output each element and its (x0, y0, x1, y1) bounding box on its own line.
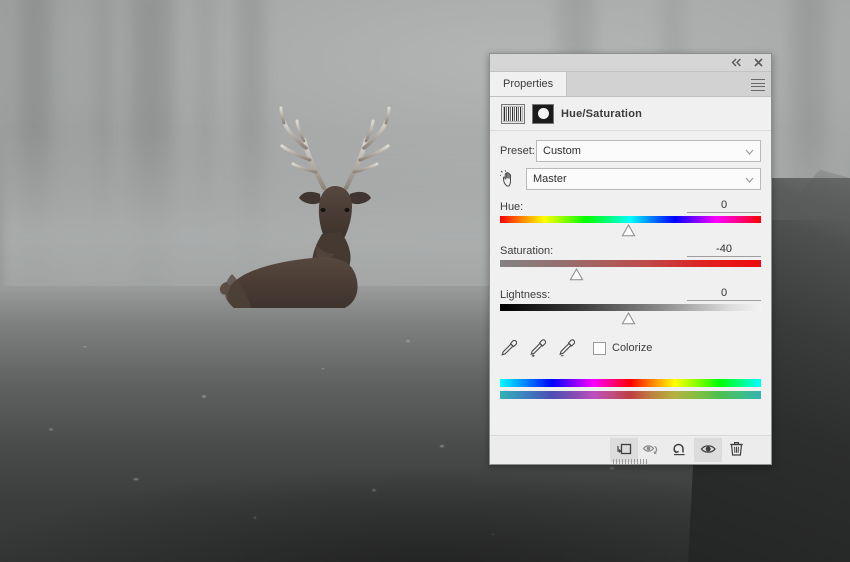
eye-icon (700, 443, 717, 458)
preset-row: Preset: Custom (500, 140, 761, 162)
eyedropper-tools-row: Colorize (500, 338, 761, 358)
lightness-slider-block: Lightness: 0 (500, 284, 761, 326)
saturation-slider-block: Saturation: -40 (500, 240, 761, 282)
eyedropper-subtract-icon[interactable] (558, 339, 575, 357)
panel-titlebar[interactable] (490, 54, 771, 72)
hue-track[interactable] (500, 216, 761, 223)
channel-dropdown[interactable]: Master (526, 168, 761, 190)
hue-value[interactable]: 0 (687, 199, 761, 213)
hue-label: Hue: (500, 201, 523, 213)
color-spectrum-bars (500, 379, 761, 399)
properties-panel[interactable]: Properties Hue/Saturation Preset: Custom (489, 53, 772, 465)
clip-to-layer-icon (615, 442, 633, 459)
trash-icon (729, 441, 744, 460)
saturation-value[interactable]: -40 (687, 243, 761, 257)
close-icon[interactable] (752, 56, 765, 69)
saturation-track[interactable] (500, 260, 761, 267)
lightness-slider[interactable] (500, 304, 761, 326)
previous-state-eye-icon (642, 442, 662, 459)
saturation-slider-handle[interactable] (569, 268, 584, 281)
lightness-slider-handle[interactable] (621, 312, 636, 325)
adjustment-title: Hue/Saturation (561, 108, 642, 120)
preset-dropdown[interactable]: Custom (536, 140, 761, 162)
eyedropper-icon[interactable] (500, 339, 517, 357)
lightness-value[interactable]: 0 (687, 287, 761, 301)
saturation-label: Saturation: (500, 245, 553, 257)
colorize-checkbox[interactable] (593, 342, 606, 355)
channel-row: Master (500, 168, 761, 190)
preset-value: Custom (543, 145, 581, 157)
tab-properties-label: Properties (503, 78, 553, 90)
input-color-spectrum-bar[interactable] (500, 379, 761, 387)
photoshop-screenshot: Properties Hue/Saturation Preset: Custom (0, 0, 850, 562)
panel-tabbar[interactable]: Properties (490, 72, 771, 97)
panel-resize-grip[interactable] (613, 459, 649, 465)
adjustment-layer-thumbnail-icon[interactable] (501, 104, 525, 124)
saturation-slider[interactable] (500, 260, 761, 282)
hue-slider[interactable] (500, 216, 761, 238)
tab-properties[interactable]: Properties (490, 72, 567, 96)
lightness-label: Lightness: (500, 289, 550, 301)
lightness-track[interactable] (500, 304, 761, 311)
chevron-down-icon (745, 174, 754, 186)
colorize-label: Colorize (612, 342, 652, 354)
panel-menu-icon[interactable] (751, 78, 765, 92)
output-color-spectrum-bar[interactable] (500, 391, 761, 399)
panel-footer-toolbar (490, 435, 771, 464)
toggle-visibility-button[interactable] (694, 438, 722, 462)
reset-button[interactable] (666, 438, 694, 462)
on-image-adjustment-hand-icon[interactable] (500, 170, 526, 188)
hue-slider-block: Hue: 0 (500, 196, 761, 238)
stag-subject (196, 68, 436, 308)
reset-arrow-icon (671, 441, 689, 460)
collapse-double-chevron-icon[interactable] (730, 56, 743, 69)
preset-label: Preset: (500, 145, 536, 157)
colorize-checkbox-group[interactable]: Colorize (593, 342, 652, 355)
channel-value: Master (533, 173, 567, 185)
layer-mask-thumbnail-icon[interactable] (532, 104, 554, 124)
adjustment-header: Hue/Saturation (490, 97, 771, 131)
chevron-down-icon (745, 146, 754, 158)
delete-layer-button[interactable] (722, 438, 750, 462)
hue-slider-handle[interactable] (621, 224, 636, 237)
eyedropper-add-icon[interactable] (529, 339, 546, 357)
panel-body: Preset: Custom Master (490, 131, 771, 399)
